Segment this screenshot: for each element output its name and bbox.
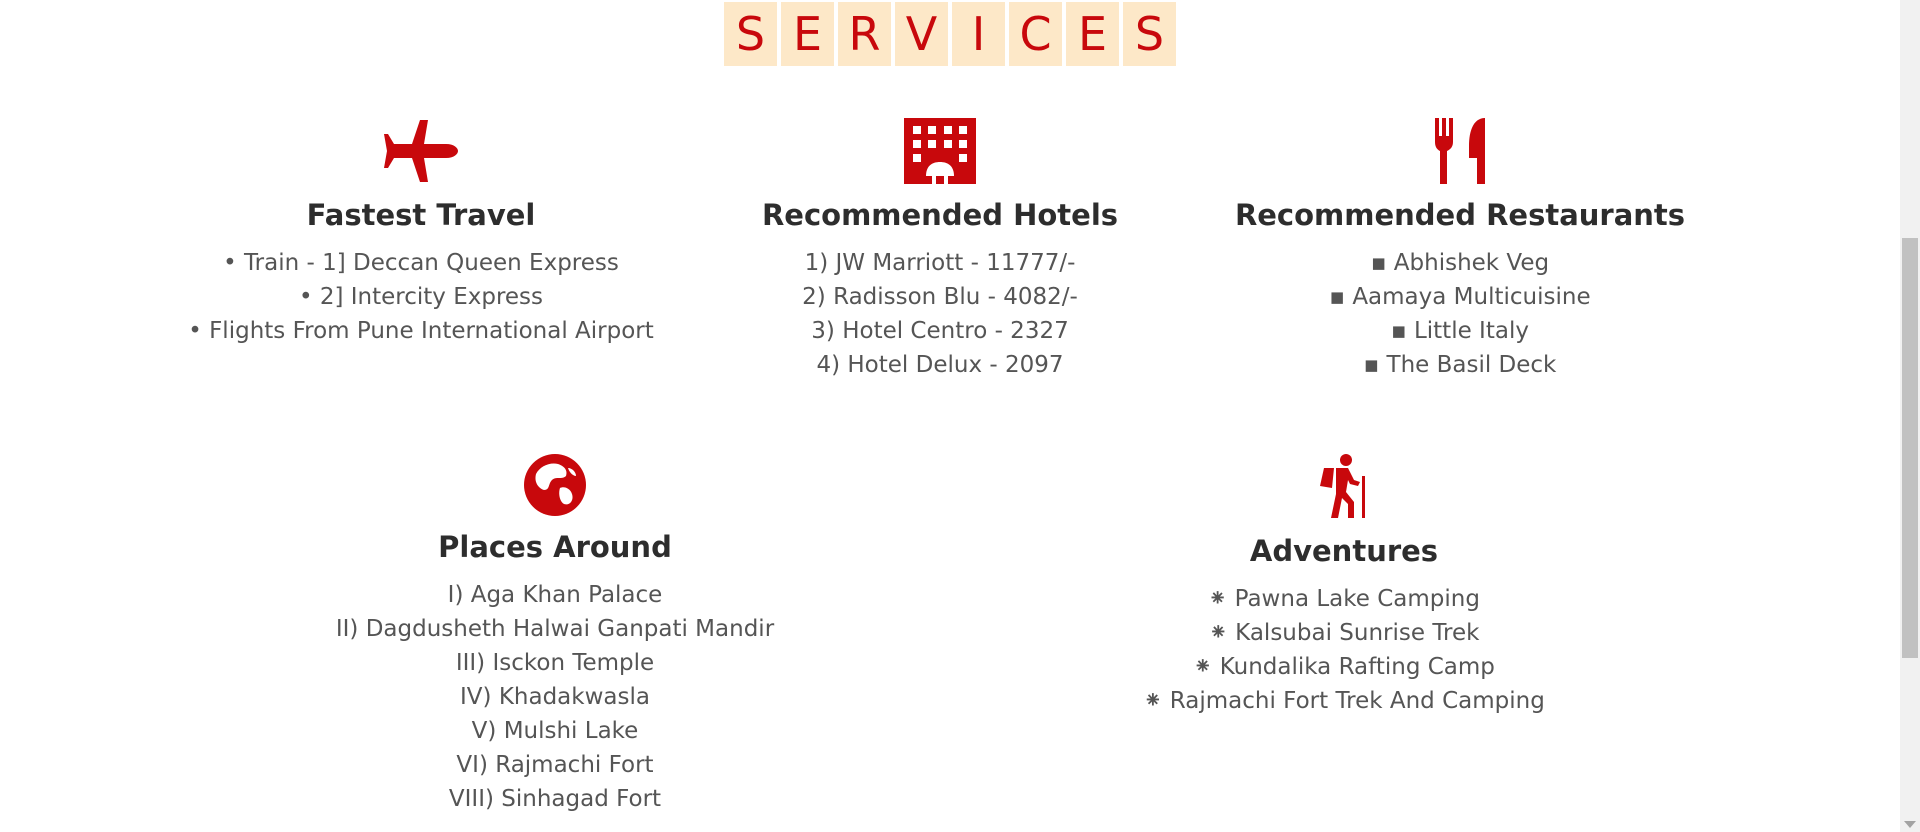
services-page: S E R V I C E S Fastest Travel • Train -… bbox=[0, 0, 1900, 832]
hotels-list: 1) JW Marriott - 11777/- 2) Radisson Blu… bbox=[690, 246, 1190, 382]
title-letter: C bbox=[1009, 2, 1062, 66]
list-item: II) Dagdusheth Halwai Ganpati Mandir bbox=[335, 616, 775, 642]
hotel-icon bbox=[904, 118, 976, 184]
globe-icon bbox=[524, 454, 586, 516]
services-title: S E R V I C E S bbox=[0, 2, 1900, 66]
hiker-icon bbox=[1320, 454, 1365, 518]
vertical-scrollbar[interactable] bbox=[1900, 0, 1920, 832]
list-item: ▪ Little Italy bbox=[1391, 318, 1529, 344]
title-letter: R bbox=[838, 2, 891, 66]
title-letter: V bbox=[895, 2, 948, 66]
fork-knife-icon bbox=[1435, 118, 1485, 184]
list-item: 1) JW Marriott - 11777/- bbox=[804, 250, 1076, 276]
list-item: ⁕ Kundalika Rafting Camp bbox=[1193, 654, 1495, 680]
bullet-marker: ⁕ bbox=[1143, 688, 1163, 714]
list-item: • 2] Intercity Express bbox=[298, 284, 544, 310]
bullet-marker: • bbox=[298, 284, 313, 310]
list-item: 2) Radisson Blu - 4082/- bbox=[802, 284, 1078, 310]
card-title: Places Around bbox=[438, 530, 672, 564]
list-item: • Flights From Pune International Airpor… bbox=[188, 318, 654, 344]
card-recommended-hotels: Recommended Hotels 1) JW Marriott - 1177… bbox=[690, 118, 1190, 382]
list-item: V) Mulshi Lake bbox=[471, 718, 639, 744]
title-letter: S bbox=[724, 2, 777, 66]
list-item: I) Aga Khan Palace bbox=[447, 582, 663, 608]
list-item: ▪ Abhishek Veg bbox=[1370, 250, 1550, 276]
card-fastest-travel: Fastest Travel • Train - 1] Deccan Queen… bbox=[171, 118, 671, 348]
bullet-marker: • bbox=[223, 250, 237, 276]
card-title: Recommended Hotels bbox=[761, 198, 1119, 232]
airplane-icon bbox=[384, 120, 458, 182]
bullet-marker: ▪ bbox=[1329, 284, 1345, 310]
list-item: 3) Hotel Centro - 2327 bbox=[811, 318, 1069, 344]
card-adventures: Adventures ⁕ Pawna Lake Camping ⁕ Kalsub… bbox=[1094, 454, 1594, 718]
places-list: I) Aga Khan Palace II) Dagdusheth Halwai… bbox=[305, 578, 805, 816]
title-letter: S bbox=[1123, 2, 1176, 66]
list-item: IV) Khadakwasla bbox=[460, 684, 650, 710]
bullet-marker: • bbox=[188, 318, 202, 344]
bullet-marker: ▪ bbox=[1363, 352, 1380, 378]
restaurants-list: ▪ Abhishek Veg ▪ Aamaya Multicuisine ▪ L… bbox=[1210, 246, 1710, 382]
list-item: ▪ Aamaya Multicuisine bbox=[1329, 284, 1591, 310]
list-item: • Train - 1] Deccan Queen Express bbox=[223, 250, 619, 276]
list-item: ⁕ Kalsubai Sunrise Trek bbox=[1208, 620, 1480, 646]
card-places-around: Places Around I) Aga Khan Palace II) Dag… bbox=[305, 454, 805, 816]
list-item: VIII) Sinhagad Fort bbox=[448, 786, 662, 812]
bullet-marker: ▪ bbox=[1370, 250, 1387, 276]
list-item: ⁕ Pawna Lake Camping bbox=[1208, 586, 1480, 612]
scrollbar-thumb[interactable] bbox=[1902, 238, 1918, 658]
list-item: ⁕ Rajmachi Fort Trek And Camping bbox=[1143, 688, 1545, 714]
bullet-marker: ⁕ bbox=[1208, 586, 1228, 612]
list-item: ▪ The Basil Deck bbox=[1363, 352, 1557, 378]
adventures-list: ⁕ Pawna Lake Camping ⁕ Kalsubai Sunrise … bbox=[1094, 582, 1594, 718]
list-item: III) Isckon Temple bbox=[455, 650, 655, 676]
title-letter: I bbox=[952, 2, 1005, 66]
card-title: Fastest Travel bbox=[306, 198, 536, 232]
bullet-marker: ⁕ bbox=[1208, 620, 1228, 646]
travel-list: • Train - 1] Deccan Queen Express • 2] I… bbox=[171, 246, 671, 348]
scroll-down-arrow-icon[interactable] bbox=[1904, 821, 1916, 828]
bullet-marker: ⁕ bbox=[1193, 654, 1213, 680]
card-title: Adventures bbox=[1249, 534, 1439, 568]
title-letter: E bbox=[1066, 2, 1119, 66]
title-letter: E bbox=[781, 2, 834, 66]
card-title: Recommended Restaurants bbox=[1234, 198, 1686, 232]
list-item: VI) Rajmachi Fort bbox=[456, 752, 654, 778]
card-recommended-restaurants: Recommended Restaurants ▪ Abhishek Veg ▪… bbox=[1210, 118, 1710, 382]
bullet-marker: ▪ bbox=[1391, 318, 1407, 344]
list-item: 4) Hotel Delux - 2097 bbox=[816, 352, 1064, 378]
